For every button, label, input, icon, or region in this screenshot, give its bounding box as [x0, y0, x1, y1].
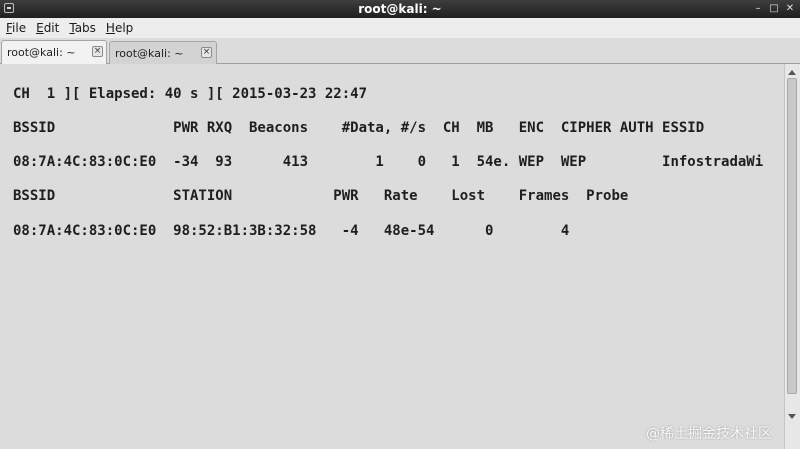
terminal-scrollbar[interactable] — [784, 64, 800, 449]
tab-label: root@kali: ~ — [7, 46, 76, 59]
terminal-window: root@kali: ~ – □ ✕ File Edit Tabs Help r… — [0, 0, 800, 449]
menu-help[interactable]: Help — [100, 21, 137, 35]
terminal-line-ap-row: 08:7A:4C:83:0C:E0 -34 93 413 1 0 1 54e. … — [13, 154, 764, 170]
tab-label: root@kali: ~ — [115, 47, 184, 60]
terminal-line-station-row: 08:7A:4C:83:0C:E0 98:52:B1:3B:32:58 -4 4… — [13, 223, 570, 239]
title-bar[interactable]: root@kali: ~ – □ ✕ — [0, 0, 800, 18]
maximize-icon[interactable]: □ — [767, 2, 781, 16]
window-controls: – □ ✕ — [749, 2, 797, 16]
tab-bar: root@kali: ~ × root@kali: ~ × — [0, 38, 800, 65]
scroll-thumb[interactable] — [787, 78, 797, 394]
menu-tabs[interactable]: Tabs — [63, 21, 100, 35]
menu-file[interactable]: File — [0, 21, 30, 35]
scroll-up-icon[interactable] — [788, 70, 796, 75]
tab-terminal-2[interactable]: root@kali: ~ × — [109, 41, 217, 64]
terminal-line-ap-header: BSSID PWR RXQ Beacons #Data, #/s CH MB E… — [13, 120, 705, 136]
window-title: root@kali: ~ — [358, 2, 442, 16]
menu-edit[interactable]: Edit — [30, 21, 63, 35]
close-icon[interactable]: × — [92, 46, 103, 57]
scroll-down-icon[interactable] — [788, 414, 796, 419]
terminal-line-station-header: BSSID STATION PWR Rate Lost Frames Probe — [13, 188, 629, 204]
watermark: @稀土掘金技术社区 — [646, 426, 772, 442]
terminal-line-status: CH 1 ][ Elapsed: 40 s ][ 2015-03-23 22:4… — [13, 86, 368, 102]
tab-terminal-1[interactable]: root@kali: ~ × — [1, 40, 107, 65]
minimize-icon[interactable]: – — [751, 2, 765, 16]
close-icon[interactable]: ✕ — [783, 2, 797, 16]
close-icon[interactable]: × — [201, 47, 212, 58]
menu-bar: File Edit Tabs Help — [0, 18, 800, 38]
terminal-output[interactable]: CH 1 ][ Elapsed: 40 s ][ 2015-03-23 22:4… — [0, 64, 784, 449]
